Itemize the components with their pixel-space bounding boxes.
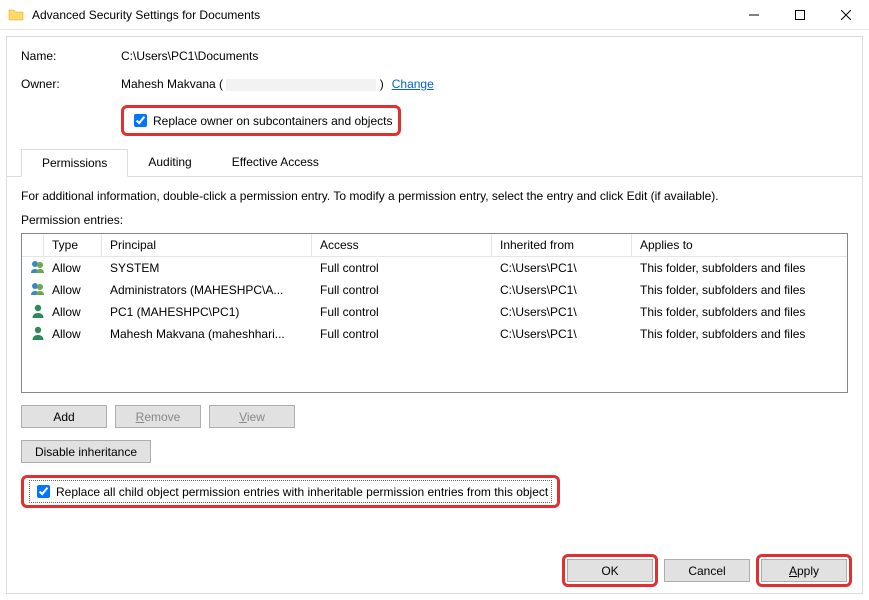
remove-label-rest: emove <box>144 410 180 424</box>
cell-access: Full control <box>312 325 492 343</box>
cell-inherited: C:\Users\PC1\ <box>492 325 632 343</box>
table-row[interactable]: AllowPC1 (MAHESHPC\PC1)Full controlC:\Us… <box>22 301 847 323</box>
tab-effective-access[interactable]: Effective Access <box>212 149 339 177</box>
table-row[interactable]: AllowSYSTEMFull controlC:\Users\PC1\This… <box>22 257 847 279</box>
tab-panel: For additional information, double-click… <box>7 177 862 520</box>
principal-icon <box>22 279 44 302</box>
cell-access: Full control <box>312 259 492 277</box>
table-row[interactable]: AllowMahesh Makvana (maheshhari...Full c… <box>22 323 847 345</box>
bottom-buttons: OK Cancel Apply <box>562 554 852 587</box>
replace-child-label: Replace all child object permission entr… <box>56 485 548 499</box>
cell-type: Allow <box>44 325 102 343</box>
th-principal[interactable]: Principal <box>102 234 312 256</box>
cell-type: Allow <box>44 259 102 277</box>
disable-inherit-row: Disable inheritance <box>21 440 848 463</box>
cell-applies: This folder, subfolders and files <box>632 259 847 277</box>
name-label: Name: <box>21 49 121 63</box>
highlight-replace-owner: Replace owner on subcontainers and objec… <box>121 105 401 136</box>
replace-child-checkbox-row[interactable]: Replace all child object permission entr… <box>30 481 551 502</box>
cell-type: Allow <box>44 303 102 321</box>
owner-redacted <box>226 79 376 91</box>
help-text: For additional information, double-click… <box>21 189 848 203</box>
table-row[interactable]: AllowAdministrators (MAHESHPC\A...Full c… <box>22 279 847 301</box>
cell-type: Allow <box>44 281 102 299</box>
view-button[interactable]: View <box>209 405 295 428</box>
titlebar: Advanced Security Settings for Documents <box>0 0 869 30</box>
principal-icon <box>22 257 44 280</box>
cell-applies: This folder, subfolders and files <box>632 281 847 299</box>
folder-icon <box>8 7 24 23</box>
th-inherited[interactable]: Inherited from <box>492 234 632 256</box>
replace-owner-label: Replace owner on subcontainers and objec… <box>153 114 392 128</box>
cell-inherited: C:\Users\PC1\ <box>492 259 632 277</box>
cell-applies: This folder, subfolders and files <box>632 325 847 343</box>
th-type[interactable]: Type <box>44 234 102 256</box>
principal-icon <box>22 323 44 346</box>
change-owner-link[interactable]: Change <box>392 77 434 91</box>
minimize-button[interactable] <box>731 0 777 30</box>
disable-inheritance-button[interactable]: Disable inheritance <box>21 440 151 463</box>
th-access[interactable]: Access <box>312 234 492 256</box>
cell-principal: SYSTEM <box>102 259 312 277</box>
replace-child-checkbox[interactable] <box>37 485 50 498</box>
apply-button[interactable]: Apply <box>761 559 847 582</box>
owner-value: Mahesh Makvana ( ) <box>121 77 384 91</box>
info-section: Name: C:\Users\PC1\Documents Owner: Mahe… <box>7 37 862 142</box>
replace-owner-checkbox[interactable] <box>134 114 147 127</box>
apply-label-rest: pply <box>797 564 819 578</box>
cell-inherited: C:\Users\PC1\ <box>492 303 632 321</box>
replace-child-row: Replace all child object permission entr… <box>21 475 848 508</box>
table-body: AllowSYSTEMFull controlC:\Users\PC1\This… <box>22 257 847 345</box>
remove-button[interactable]: Remove <box>115 405 201 428</box>
cell-access: Full control <box>312 281 492 299</box>
cell-inherited: C:\Users\PC1\ <box>492 281 632 299</box>
view-label-rest: iew <box>247 410 265 424</box>
table-button-row: Add Remove View <box>21 405 848 428</box>
tab-auditing[interactable]: Auditing <box>128 149 211 177</box>
tab-permissions[interactable]: Permissions <box>21 149 128 177</box>
maximize-button[interactable] <box>777 0 823 30</box>
tabs: Permissions Auditing Effective Access <box>7 148 862 177</box>
principal-icon <box>22 301 44 324</box>
add-label: Add <box>53 410 74 424</box>
ok-button[interactable]: OK <box>567 559 653 582</box>
owner-name-close: ) <box>380 77 384 91</box>
name-value: C:\Users\PC1\Documents <box>121 49 258 63</box>
th-applies[interactable]: Applies to <box>632 234 847 256</box>
permission-entries-label: Permission entries: <box>21 213 848 227</box>
close-button[interactable] <box>823 0 869 30</box>
cell-principal: PC1 (MAHESHPC\PC1) <box>102 303 312 321</box>
owner-label: Owner: <box>21 77 121 91</box>
cancel-button[interactable]: Cancel <box>664 559 750 582</box>
owner-name: Mahesh Makvana ( <box>121 77 223 91</box>
add-button[interactable]: Add <box>21 405 107 428</box>
cell-applies: This folder, subfolders and files <box>632 303 847 321</box>
cell-principal: Mahesh Makvana (maheshhari... <box>102 325 312 343</box>
cell-principal: Administrators (MAHESHPC\A... <box>102 281 312 299</box>
table-header: Type Principal Access Inherited from App… <box>22 234 847 257</box>
content-frame: Name: C:\Users\PC1\Documents Owner: Mahe… <box>6 36 863 594</box>
cell-access: Full control <box>312 303 492 321</box>
permission-table[interactable]: Type Principal Access Inherited from App… <box>21 233 848 393</box>
window-controls <box>731 0 869 30</box>
th-icon[interactable] <box>22 234 44 256</box>
window-title: Advanced Security Settings for Documents <box>32 8 731 22</box>
highlight-ok: OK <box>562 554 658 587</box>
highlight-replace-child: Replace all child object permission entr… <box>21 475 560 508</box>
replace-owner-checkbox-row[interactable]: Replace owner on subcontainers and objec… <box>130 111 392 130</box>
highlight-apply: Apply <box>756 554 852 587</box>
